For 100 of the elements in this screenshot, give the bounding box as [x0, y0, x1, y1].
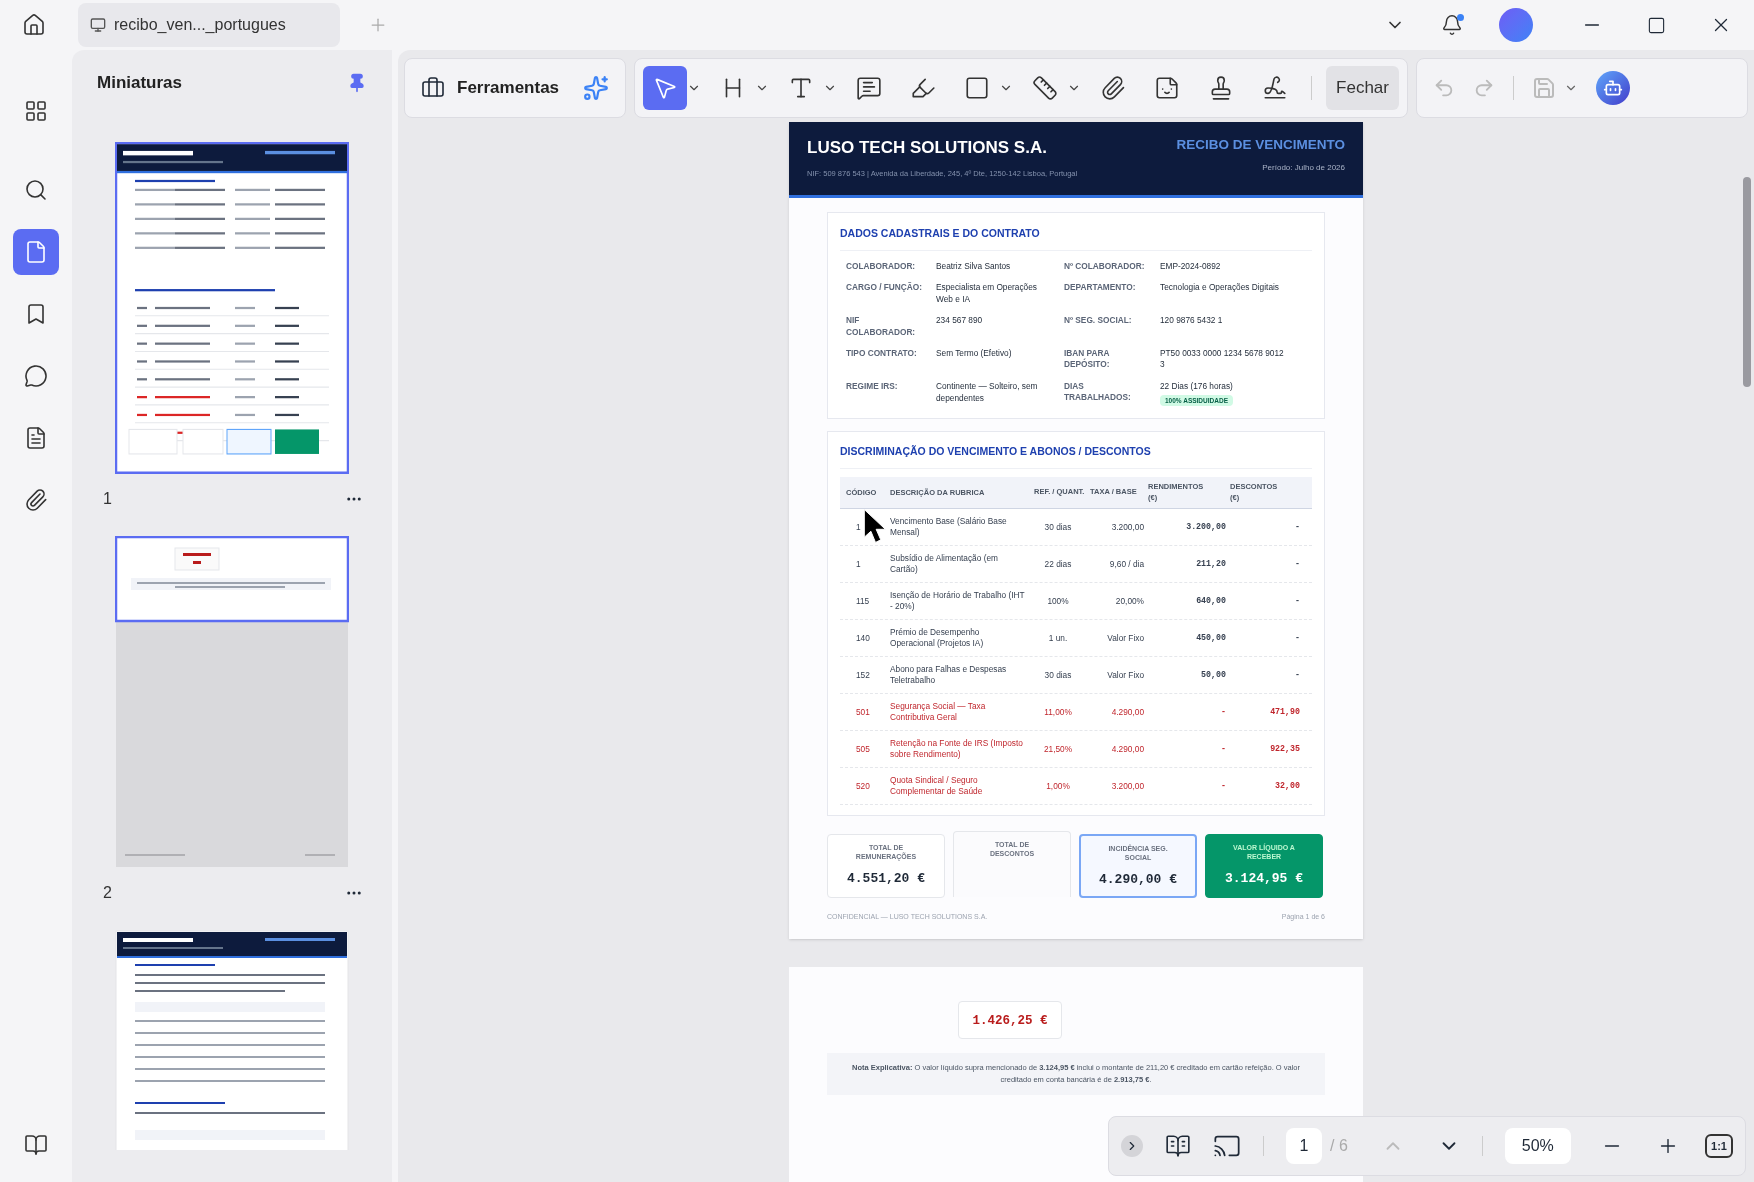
field-label: COLABORADOR:: [846, 260, 917, 273]
pin-icon[interactable]: [347, 72, 367, 93]
table-cell-text: 501: [855, 705, 871, 719]
table-cell-text: 100%: [1046, 594, 1070, 608]
field-label: CARGO / FUNÇÃO:: [846, 282, 924, 295]
square-icon: [964, 75, 991, 101]
robot-icon: [1603, 78, 1623, 98]
table-cell-text: 505: [855, 742, 871, 756]
table-cell-text: Subsídio de Alimentação (em Cartão): [890, 552, 999, 576]
grid-icon: [24, 99, 48, 123]
page-thumbnail-drawing[interactable]: [115, 141, 349, 474]
table-cell-text: 1: [855, 557, 862, 571]
table-cell-text: -: [1294, 668, 1301, 681]
table-cell-text: 32,00: [1274, 779, 1301, 792]
table-cell-text: 21,50%: [1042, 742, 1074, 756]
table-cell-text: Abono para Falhas e Despesas Teletrabalho: [890, 663, 1008, 687]
table-cell-text: -: [1294, 631, 1301, 644]
summary-value: 4.551,20 €: [847, 869, 925, 888]
field-label: Nº SEG. SOCIAL:: [1064, 315, 1133, 328]
table-cell-text: 450,00: [1195, 631, 1226, 644]
field-label: Nº COLABORADOR:: [1064, 260, 1146, 273]
table-cell-text: 115: [855, 594, 871, 608]
table-cell-text: 640,00: [1195, 594, 1226, 607]
table-cell-text: Segurança Social — Taxa Contributiva Geral: [890, 700, 987, 724]
field-value: EMP-2024-0892: [1160, 260, 1221, 273]
document-title: RECIBO DE VENCIMENTO: [1176, 136, 1345, 154]
table-cell-text: 20,00%: [1114, 594, 1144, 608]
page-number: 1: [103, 488, 112, 509]
section-title: DISCRIMINAÇÃO DO VENCIMENTO E ABONOS / DESCONTOS: [840, 444, 1312, 470]
field-value: 120 9876 5432 1: [1160, 315, 1223, 327]
table-cell-text: 4.290,00: [1110, 742, 1144, 756]
paperclip-icon: [1100, 75, 1127, 101]
speech-bubble-icon: [24, 364, 48, 388]
table-cell-text: 520: [855, 779, 871, 793]
document-tab[interactable]: recibo_ven..._portugues: [78, 3, 340, 47]
company-name: LUSO TECH SOLUTIONS S.A.: [807, 137, 1048, 159]
field-value: Tecnologia e Operações Digitais: [1160, 282, 1279, 294]
table-cell-text: 50,00: [1200, 668, 1226, 681]
table-cell-text: 1,00%: [1045, 779, 1071, 793]
summary-value: 3.124,95 €: [1225, 869, 1303, 888]
summary-value: 1.426,25 €: [972, 1012, 1048, 1030]
expand-button[interactable]: [1121, 1135, 1143, 1157]
table-cell-text: 3.200,00: [1185, 520, 1226, 533]
actual-size-button[interactable]: 1:1: [1705, 1134, 1733, 1158]
maximize-icon[interactable]: [1647, 15, 1666, 35]
table-cell-text: -: [1220, 705, 1226, 718]
table-cell-text: 140: [855, 631, 871, 645]
table-cell-text: Retenção na Fonte de IRS (Imposto sobre Rendimento): [890, 737, 1024, 761]
comment-icon: [856, 75, 883, 101]
summary-value: 4.290,00 €: [1099, 870, 1177, 889]
table-cell-text: Isenção de Horário de Trabalho (IHT - 20%): [890, 589, 1026, 613]
zoom-field[interactable]: 50%: [1504, 1128, 1571, 1164]
monitor-icon: [90, 17, 106, 33]
home-icon[interactable]: [22, 13, 46, 37]
signature-icon: [1262, 75, 1289, 101]
period-text: Período: Julho de 2026: [1262, 162, 1345, 175]
field-value: Sem Termo (Efetivo): [936, 347, 1013, 360]
table-cell-text: 152: [855, 668, 871, 682]
tab-title: recibo_ven..._portugues: [114, 15, 286, 35]
field-label: IBAN PARA DEPÓSITO:: [1064, 347, 1111, 371]
two-page-view-icon[interactable]: [1165, 1133, 1191, 1159]
page-number: 2: [103, 882, 112, 903]
paperclip-icon: [24, 488, 48, 512]
table-cell-text: -: [1220, 779, 1226, 792]
page-icon: [24, 240, 48, 264]
table-cell-text: 30 dias: [1043, 668, 1073, 682]
page-thumbnail-drawing[interactable]: [115, 535, 349, 868]
table-cell-text: 30 dias: [1043, 520, 1073, 534]
field-value: 22 Dias (176 horas): [1160, 380, 1233, 393]
table-cell-text: 9,60 / dia: [1108, 557, 1144, 571]
table-cell-text: 211,20: [1195, 557, 1226, 570]
panel-title: Miniaturas: [97, 72, 183, 94]
book-icon[interactable]: [24, 1133, 48, 1157]
field-value: Beatriz Silva Santos: [936, 260, 1012, 273]
table-cell-text: 3.200,00: [1110, 520, 1144, 534]
table-cell-text: 471,90: [1269, 705, 1301, 718]
notification-bell-icon[interactable]: [1441, 14, 1463, 36]
table-cell-text: Quota Sindical / Seguro Complementar de Saúde: [890, 774, 984, 798]
sparkle-icon[interactable]: [583, 75, 610, 101]
ruler-icon: [1032, 75, 1059, 101]
field-value: PT50 0033 0000 1234 5678 9012 3: [1160, 347, 1284, 371]
field-value: Continente — Solteiro, sem dependentes: [936, 380, 1039, 405]
field-label: TIPO CONTRATO:: [846, 347, 918, 360]
close-button[interactable]: Fechar: [1326, 66, 1399, 110]
table-cell-text: 22 dias: [1043, 557, 1073, 571]
table-cell-text: Vencimento Base (Salário Base Mensal): [890, 515, 1008, 539]
mouse-cursor-icon: [863, 508, 888, 545]
page-number-field[interactable]: 1: [1286, 1128, 1322, 1164]
table-cell-text: 922,35: [1269, 742, 1301, 755]
field-label: DEPARTAMENTO:: [1064, 282, 1137, 295]
page-total: / 6: [1330, 1136, 1348, 1156]
user-avatar[interactable]: [1499, 8, 1533, 42]
search-icon: [24, 178, 48, 202]
table-cell-text: Valor Fixo: [1106, 668, 1144, 682]
table-cell-text: -: [1294, 520, 1301, 533]
table-cell-text: Prémio de Desempenho Operacional (Projetos IA): [890, 626, 985, 650]
table-cell-text: -: [1294, 594, 1301, 607]
scrollbar[interactable]: [1743, 177, 1751, 387]
assistant-button[interactable]: [1596, 71, 1630, 105]
field-label: DIAS TRABALHADOS:: [1064, 380, 1132, 405]
